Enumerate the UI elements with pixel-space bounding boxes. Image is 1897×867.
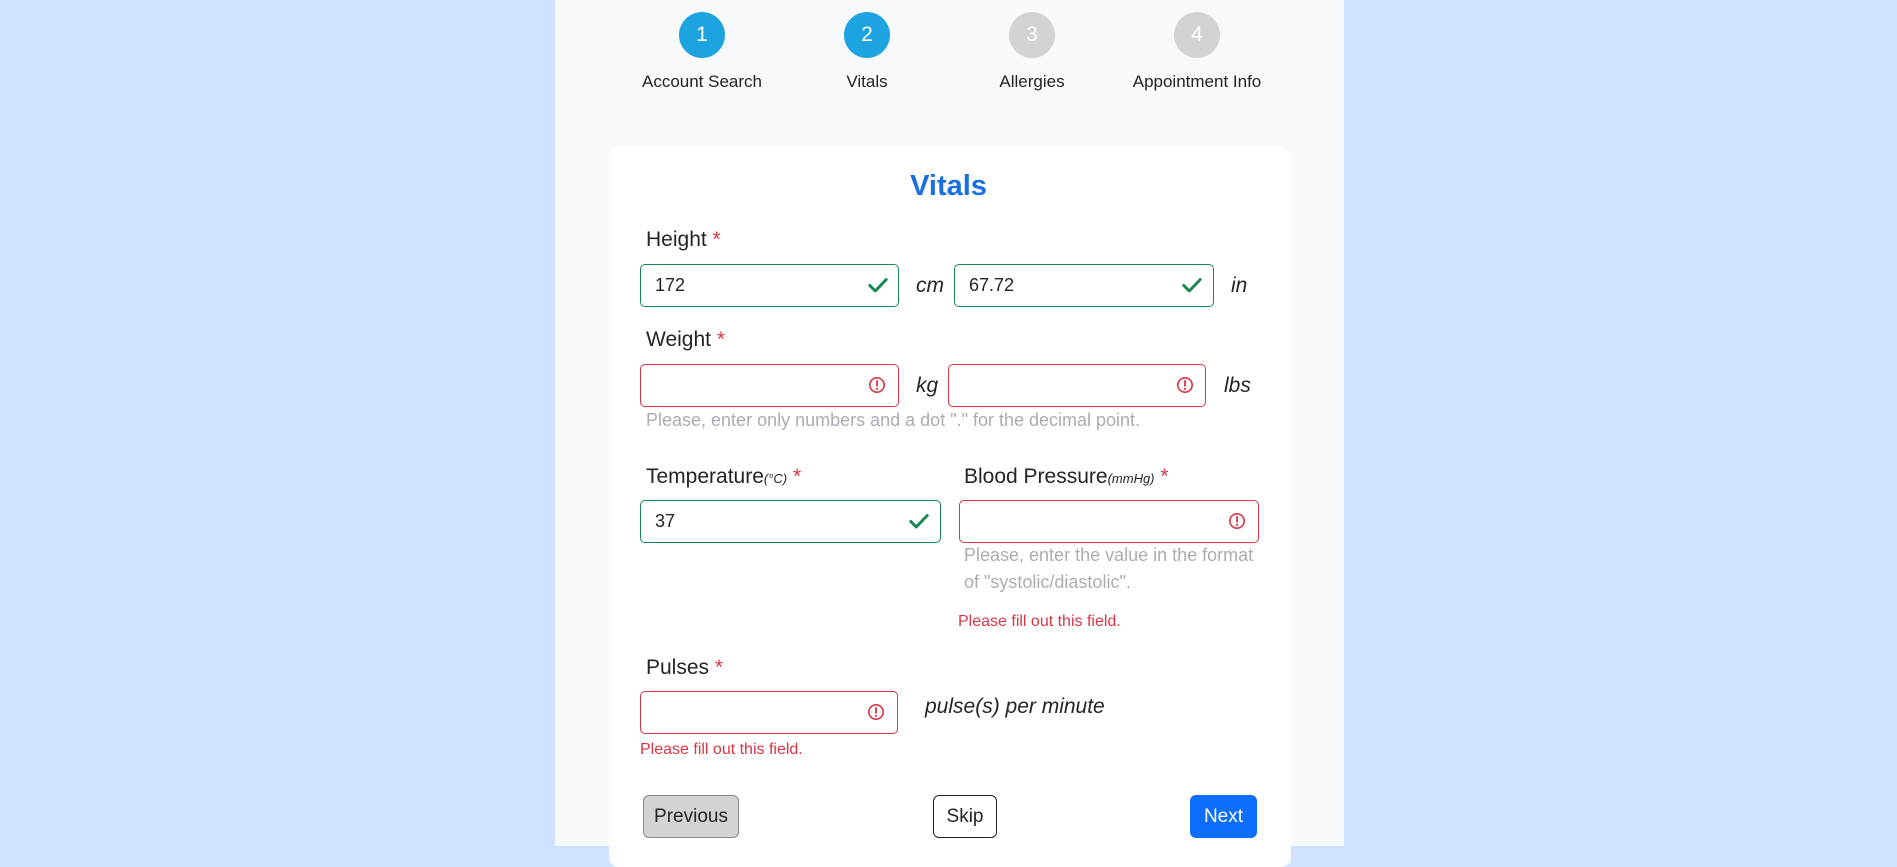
error-alert-icon	[868, 376, 886, 394]
temperature-input[interactable]: 37	[640, 500, 941, 543]
weight-kg-input[interactable]	[640, 364, 899, 407]
height-in-unit: in	[1231, 274, 1248, 297]
previous-button[interactable]: Previous	[643, 795, 739, 838]
blood-pressure-label: Blood Pressure(mmHg) *	[964, 465, 1169, 488]
error-alert-icon	[1176, 376, 1194, 394]
step-number-circle: 1	[679, 12, 725, 58]
blood-pressure-error: Please fill out this field.	[958, 613, 1121, 630]
step-vitals[interactable]: 2 Vitals	[787, 12, 947, 92]
weight-label: Weight *	[646, 328, 726, 351]
step-number-circle: 4	[1174, 12, 1220, 58]
height-label: Height *	[646, 228, 721, 251]
error-alert-icon	[1228, 512, 1246, 530]
step-label: Allergies	[999, 72, 1065, 91]
page-title: Vitals	[910, 170, 987, 202]
step-label: Appointment Info	[1132, 72, 1262, 91]
skip-button[interactable]: Skip	[933, 795, 997, 838]
weight-lbs-unit: lbs	[1224, 374, 1251, 397]
error-alert-icon	[867, 703, 885, 721]
step-account-search[interactable]: 1 Account Search	[622, 12, 782, 92]
valid-check-icon	[1182, 278, 1202, 293]
blood-pressure-hint: Please, enter the value in the format of …	[964, 545, 1254, 592]
weight-lbs-input[interactable]	[948, 364, 1206, 407]
step-allergies[interactable]: 3 Allergies	[952, 12, 1112, 92]
valid-check-icon	[868, 278, 888, 293]
height-in-input[interactable]: 67.72	[954, 264, 1214, 307]
step-label: Vitals	[846, 72, 888, 91]
step-label: Account Search	[641, 72, 762, 91]
pulses-label: Pulses *	[646, 656, 724, 679]
next-button[interactable]: Next	[1190, 795, 1257, 838]
pulses-unit: pulse(s) per minute	[925, 695, 1105, 718]
weight-hint: Please, enter only numbers and a dot "."…	[646, 410, 1141, 430]
pulses-input[interactable]	[640, 691, 898, 734]
temperature-label: Temperature(°C) *	[646, 465, 802, 488]
step-number-circle: 3	[1009, 12, 1055, 58]
step-number-circle: 2	[844, 12, 890, 58]
weight-kg-unit: kg	[916, 374, 939, 397]
height-cm-unit: cm	[916, 274, 944, 297]
valid-check-icon	[909, 514, 929, 529]
height-cm-input[interactable]: 172	[640, 264, 899, 307]
blood-pressure-input[interactable]	[959, 500, 1259, 543]
pulses-error: Please fill out this field.	[640, 741, 803, 758]
step-appointment-info[interactable]: 4 Appointment Info	[1117, 12, 1277, 92]
